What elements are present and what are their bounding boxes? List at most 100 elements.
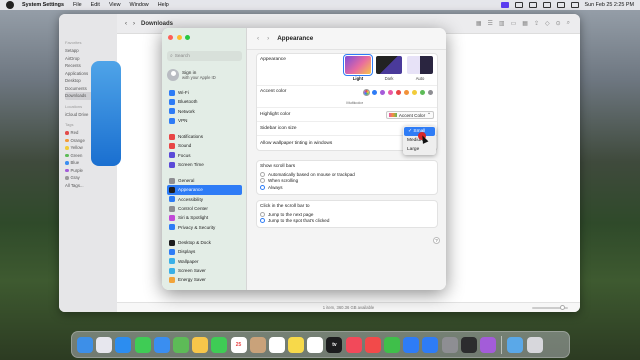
facetime-icon[interactable] [211, 336, 228, 353]
back-icon[interactable]: ‹ [125, 21, 127, 27]
sidebar-item-network[interactable]: Network [167, 107, 242, 116]
settings-search-field[interactable]: ⌕ Search [167, 51, 242, 61]
downloads-folder-icon[interactable] [507, 336, 524, 353]
appstore-icon[interactable] [422, 336, 439, 353]
sidebar-item-wallpaper[interactable]: Wallpaper [167, 257, 242, 266]
appearance-dark-option[interactable]: Dark [376, 56, 402, 81]
photos-icon[interactable] [192, 336, 209, 353]
appearance-auto-option[interactable]: Auto [407, 56, 433, 81]
sidebar-item-screen-saver[interactable]: Screen Saver [167, 266, 242, 275]
sidebar-item-general[interactable]: General [167, 176, 242, 185]
freeform-icon[interactable] [307, 336, 324, 353]
safari-icon[interactable] [115, 336, 132, 353]
sidebar-item-siri-spotlight[interactable]: Siri & Spotlight [167, 213, 242, 222]
accent-color-swatch[interactable] [372, 90, 377, 95]
screen-recording-icon[interactable] [500, 2, 509, 8]
wifi-icon[interactable] [542, 2, 551, 8]
notes-icon[interactable] [288, 336, 305, 353]
sidebar-item-focus[interactable]: Focus [167, 151, 242, 160]
launchpad-icon[interactable] [96, 336, 113, 353]
news-icon[interactable] [364, 336, 381, 353]
appearance-light-option[interactable]: Light [343, 54, 373, 81]
sidebar-item-control-center[interactable]: Control Center [167, 204, 242, 213]
iphone-mirroring-icon[interactable] [460, 336, 477, 353]
tag-icon[interactable]: ◇ [545, 20, 550, 27]
sidebar-item-desktop-dock[interactable]: Desktop & Dock [167, 238, 242, 247]
radio-button[interactable] [260, 171, 265, 177]
apple-id-signin[interactable]: Sign in with your Apple ID [167, 66, 242, 83]
finder-tag-item[interactable]: Gray [65, 174, 117, 182]
sidebar-item-screen-time[interactable]: Screen Time [167, 160, 242, 169]
setapp-icon[interactable] [479, 336, 496, 353]
spotlight-icon[interactable] [556, 2, 565, 8]
tv-icon[interactable]: tv [326, 336, 343, 353]
control-center-icon[interactable] [570, 2, 579, 8]
radio-button[interactable] [260, 218, 265, 224]
sidebar-item-sound[interactable]: Sound [167, 141, 242, 150]
highlight-color-popup[interactable]: Accent Color ⌃ [385, 111, 434, 119]
help-button[interactable]: ? [433, 237, 440, 244]
share-icon[interactable]: ⇪ [534, 20, 539, 27]
sidebar-item-accessibility[interactable]: Accessibility [167, 195, 242, 204]
music-icon[interactable] [345, 336, 362, 353]
accent-color-swatch[interactable] [428, 90, 433, 95]
radio-button[interactable] [260, 184, 265, 190]
accent-color-swatch[interactable] [380, 90, 385, 95]
accent-color-swatch[interactable] [412, 90, 417, 95]
trash-icon[interactable] [526, 336, 543, 353]
sidebar-item-bluetooth[interactable]: Bluetooth [167, 97, 242, 106]
scrollbars-option[interactable]: Always [260, 184, 434, 191]
group-icon[interactable]: ▦ [522, 20, 528, 27]
minimize-button[interactable] [176, 35, 182, 40]
menu-window[interactable]: Window [130, 2, 149, 8]
reminders-icon[interactable] [268, 336, 285, 353]
finder-sidebar-item[interactable]: Setapp [65, 47, 117, 55]
more-icon[interactable]: ⊙ [556, 20, 561, 27]
accent-color-swatch[interactable] [404, 90, 409, 95]
mail-icon[interactable] [153, 336, 170, 353]
numbers-icon[interactable] [384, 336, 400, 353]
sidebar-item-displays[interactable]: Displays [167, 247, 242, 256]
accent-color-swatch[interactable] [420, 90, 425, 95]
menu-app-name[interactable]: System Settings [22, 2, 64, 8]
scrollclick-option[interactable]: Jump to the spot that's clicked [260, 218, 434, 225]
display-icon[interactable] [514, 2, 523, 8]
accent-color-swatch[interactable] [363, 89, 370, 96]
battery-icon[interactable] [528, 2, 537, 8]
apple-menu-icon[interactable] [6, 1, 14, 9]
sidebar-item-vpn[interactable]: VPN [167, 116, 242, 125]
system-settings-icon[interactable] [441, 336, 458, 353]
slider-knob[interactable] [560, 305, 565, 310]
radio-button[interactable] [260, 211, 265, 217]
menu-option-large[interactable]: Large [403, 145, 436, 154]
list-view-icon[interactable]: ☰ [488, 20, 493, 27]
sidebar-item-notifications[interactable]: Notifications [167, 132, 242, 141]
menu-edit[interactable]: Edit [91, 2, 100, 8]
radio-button[interactable] [260, 178, 265, 184]
sidebar-item-appearance[interactable]: Appearance [167, 185, 242, 195]
sidebar-item-privacy-security[interactable]: Privacy & Security [167, 222, 242, 231]
menu-view[interactable]: View [109, 2, 121, 8]
menu-file[interactable]: File [73, 2, 82, 8]
accent-color-swatch[interactable] [396, 90, 401, 95]
close-button[interactable] [168, 35, 173, 40]
sidebar-item-energy-saver[interactable]: Energy Saver [167, 275, 242, 284]
accent-color-swatch[interactable] [388, 90, 393, 95]
zoom-button[interactable] [185, 35, 190, 40]
icon-view-icon[interactable]: ▦ [476, 20, 482, 27]
finder-icon[interactable] [77, 336, 93, 353]
search-icon[interactable]: ⌕ [567, 20, 570, 27]
forward-icon[interactable]: › [133, 21, 135, 27]
finder-tag-item[interactable]: All Tags... [65, 182, 117, 190]
menu-help[interactable]: Help [158, 2, 169, 8]
gallery-view-icon[interactable]: ▭ [511, 20, 517, 27]
finder-tag-item[interactable]: Purple [65, 167, 117, 175]
menubar-clock[interactable]: Sun Feb 25 2:25 PM [585, 2, 634, 8]
maps-icon[interactable] [172, 336, 189, 353]
calendar-icon[interactable]: 25 [230, 336, 247, 353]
forward-icon[interactable]: › [267, 35, 269, 42]
sidebar-item-wi-fi[interactable]: Wi-Fi [167, 88, 242, 97]
column-view-icon[interactable]: ▥ [499, 20, 505, 27]
contacts-icon[interactable] [249, 336, 266, 353]
back-icon[interactable]: ‹ [257, 35, 259, 42]
